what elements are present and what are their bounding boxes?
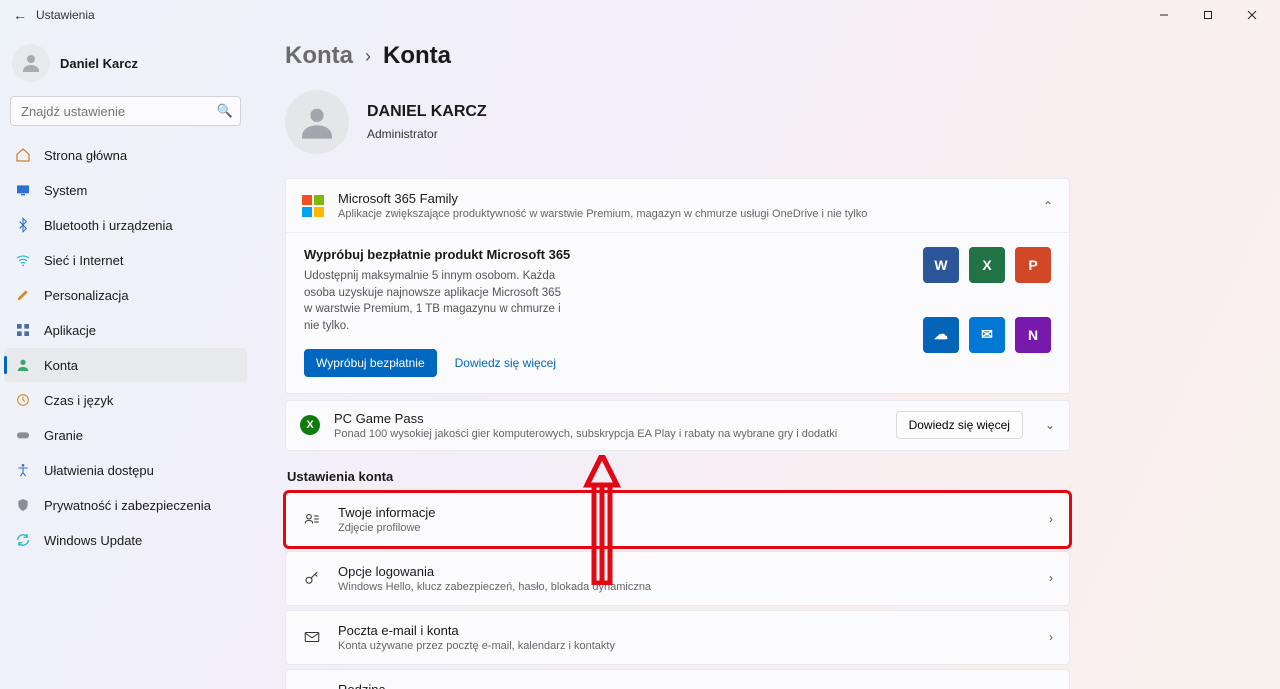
chevron-right-icon: › [1049, 512, 1053, 526]
breadcrumb: Konta › Konta [285, 42, 1070, 70]
sidebar-user[interactable]: Daniel Karcz [4, 36, 247, 96]
m365-header[interactable]: Microsoft 365 Family Aplikacje zwiększaj… [286, 179, 1069, 232]
office-apps-icons: W X P ☁ ✉ N [923, 247, 1051, 377]
maximize-button[interactable] [1186, 0, 1230, 30]
search-input[interactable] [10, 96, 241, 126]
profile-role: Administrator [367, 127, 487, 141]
wifi-icon [14, 251, 32, 269]
breadcrumb-root[interactable]: Konta [285, 42, 353, 70]
nav-accounts[interactable]: Konta [4, 348, 247, 382]
chevron-right-icon: › [365, 46, 371, 67]
shield-icon [14, 496, 32, 514]
breadcrumb-current: Konta [383, 42, 451, 70]
brush-icon [14, 286, 32, 304]
accessibility-icon [14, 461, 32, 479]
outlook-icon: ✉ [969, 317, 1005, 353]
chevron-right-icon: › [1049, 571, 1053, 585]
bluetooth-icon [14, 216, 32, 234]
close-button[interactable] [1230, 0, 1274, 30]
xbox-icon: X [300, 415, 320, 435]
person-icon [14, 356, 32, 374]
sidebar-user-name: Daniel Karcz [60, 56, 138, 71]
gamepad-icon [14, 426, 32, 444]
row-signin-options[interactable]: Opcje logowaniaWindows Hello, klucz zabe… [285, 551, 1070, 606]
m365-try-text: Udostępnij maksymalnie 5 innym osobom. K… [304, 268, 564, 335]
nav-accessibility[interactable]: Ułatwienia dostępu [4, 453, 247, 487]
chevron-up-icon: ⌃ [1043, 199, 1053, 213]
nav-system[interactable]: System [4, 173, 247, 207]
chevron-right-icon: › [1049, 630, 1053, 644]
row-email-accounts[interactable]: Poczta e-mail i kontaKonta używane przez… [285, 610, 1070, 665]
nav-privacy[interactable]: Prywatność i zabezpieczenia [4, 488, 247, 522]
home-icon [14, 146, 32, 164]
gamepass-more-button[interactable]: Dowiedz się więcej [896, 411, 1023, 439]
mail-icon [302, 627, 322, 647]
nav-bluetooth[interactable]: Bluetooth i urządzenia [4, 208, 247, 242]
profile-name: DANIEL KARCZ [367, 103, 487, 121]
info-card-icon [302, 509, 322, 529]
section-label: Ustawienia konta [287, 469, 1070, 484]
onenote-icon: N [1015, 317, 1051, 353]
nav-apps[interactable]: Aplikacje [4, 313, 247, 347]
m365-card: Microsoft 365 Family Aplikacje zwiększaj… [285, 178, 1070, 394]
nav-home[interactable]: Strona główna [4, 138, 247, 172]
word-icon: W [923, 247, 959, 283]
key-icon [302, 568, 322, 588]
onedrive-icon: ☁ [923, 317, 959, 353]
profile-avatar-icon [285, 90, 349, 154]
row-family[interactable]: RodzinaZarządzaj grupą rodzinną, edytuj … [285, 669, 1070, 689]
system-icon [14, 181, 32, 199]
nav-network[interactable]: Sieć i Internet [4, 243, 247, 277]
profile-header: DANIEL KARCZ Administrator [285, 90, 1070, 154]
try-free-button[interactable]: Wypróbuj bezpłatnie [304, 349, 437, 377]
gamepass-card[interactable]: X PC Game Pass Ponad 100 wysokiej jakośc… [285, 400, 1070, 451]
m365-try-title: Wypróbuj bezpłatnie produkt Microsoft 36… [304, 247, 903, 262]
learn-more-link[interactable]: Dowiedz się więcej [455, 356, 556, 370]
window-title: Ustawienia [34, 8, 1142, 22]
clock-icon [14, 391, 32, 409]
update-icon [14, 531, 32, 549]
nav-update[interactable]: Windows Update [4, 523, 247, 557]
nav-gaming[interactable]: Granie [4, 418, 247, 452]
nav-time[interactable]: Czas i język [4, 383, 247, 417]
minimize-button[interactable] [1142, 0, 1186, 30]
search-icon: 🔍 [217, 103, 233, 119]
excel-icon: X [969, 247, 1005, 283]
chevron-down-icon: ⌄ [1045, 418, 1055, 432]
back-button[interactable]: ← [6, 7, 34, 23]
apps-icon [14, 321, 32, 339]
row-your-info[interactable]: Twoje informacjeZdjęcie profilowe › [285, 492, 1070, 547]
nav-personalization[interactable]: Personalizacja [4, 278, 247, 312]
microsoft-logo-icon [302, 195, 324, 217]
avatar-icon [12, 44, 50, 82]
powerpoint-icon: P [1015, 247, 1051, 283]
